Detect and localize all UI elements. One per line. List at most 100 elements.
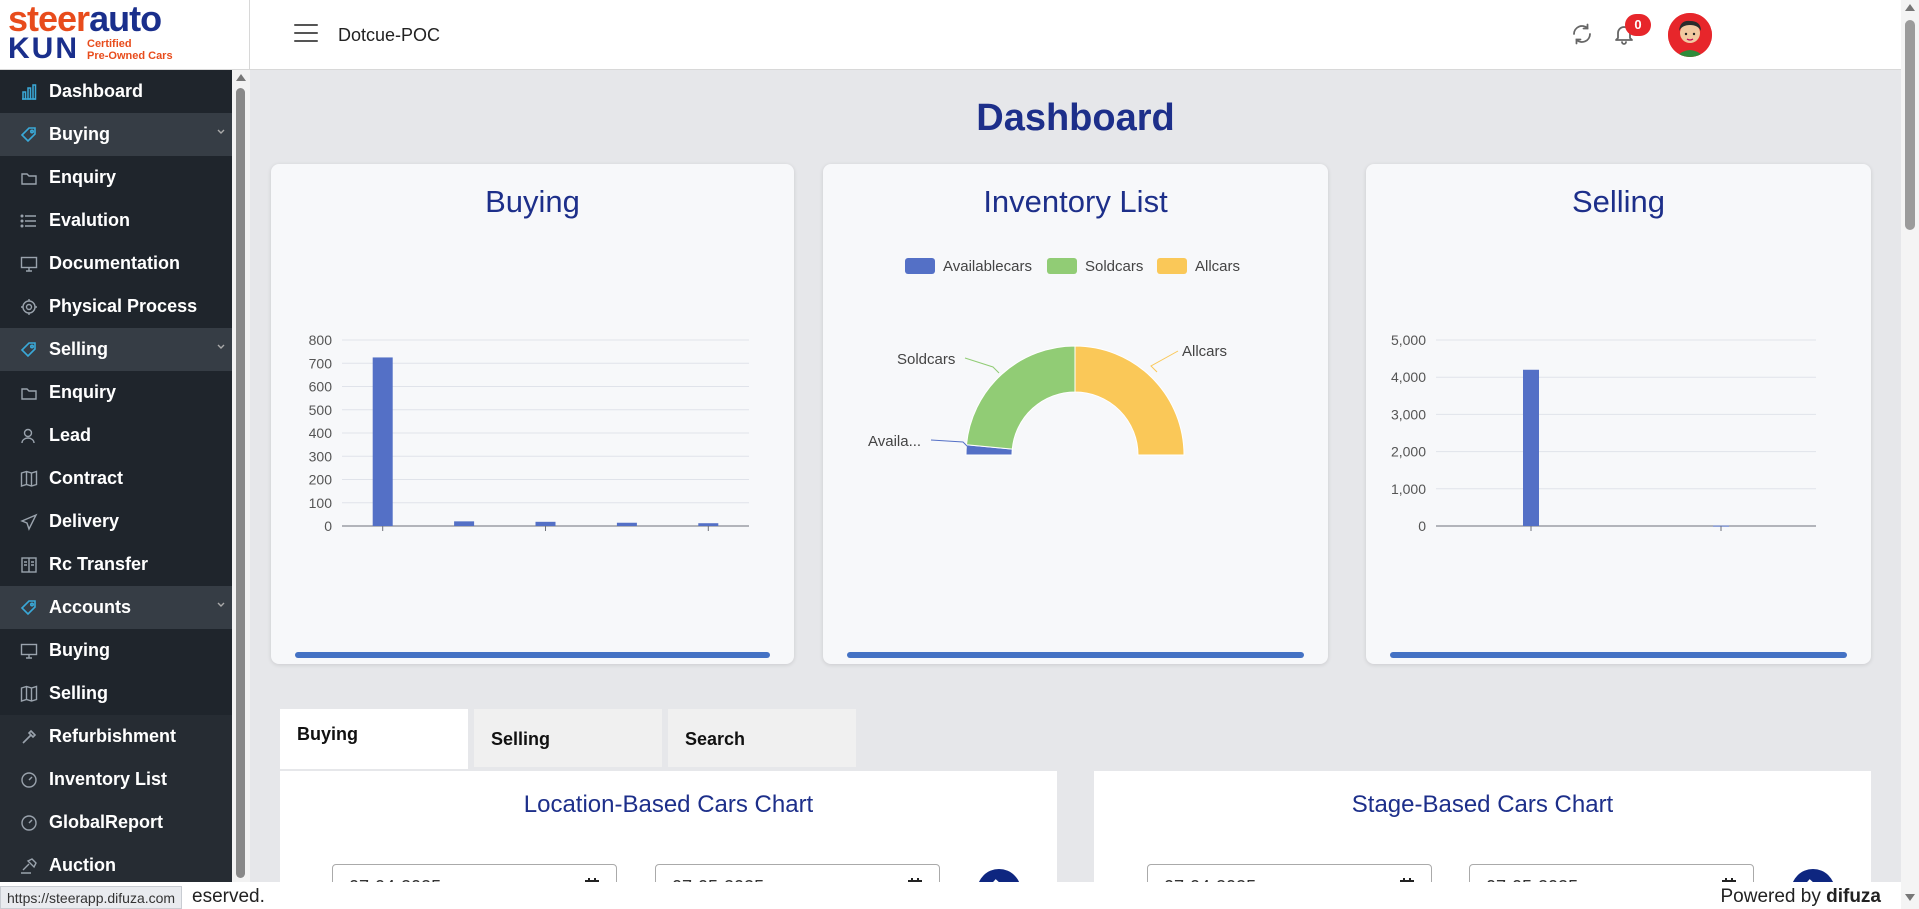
- tag-icon: [18, 598, 40, 618]
- sidebar-scrollbar[interactable]: [232, 70, 250, 882]
- bar: [454, 521, 475, 526]
- monitor-icon: [18, 254, 40, 274]
- sidebar-item-label: Buying: [49, 124, 110, 144]
- sidebar-item-delivery[interactable]: Delivery: [0, 500, 232, 543]
- report-tabs: Buying Selling Search: [280, 709, 862, 769]
- sidebar-item-physical-process[interactable]: Physical Process: [0, 285, 232, 328]
- sidebar-item-evalution[interactable]: Evalution: [0, 199, 232, 242]
- legend-label: Availablecars: [943, 258, 1032, 275]
- tab-selling[interactable]: Selling: [474, 709, 662, 767]
- folder-icon: [18, 168, 40, 188]
- monitor-icon: [18, 641, 40, 661]
- main-content: Dashboard Buying 0 100 200 300 400 500 600 700 8…: [250, 71, 1901, 882]
- inventory-card-bar: [847, 652, 1304, 658]
- y-tick-label: 0: [1418, 518, 1426, 534]
- chevron-down-icon[interactable]: [216, 127, 226, 137]
- book-icon: [18, 555, 40, 575]
- y-tick-label: 1,000: [1391, 481, 1426, 497]
- sidebar-item-documentation[interactable]: Documentation: [0, 242, 232, 285]
- sidebar-item-buying[interactable]: Buying: [0, 629, 232, 672]
- sidebar-item-label: Rc Transfer: [49, 554, 149, 574]
- location-to-date-input[interactable]: 07-05-2025: [655, 864, 940, 882]
- powered-by-brand[interactable]: difuza: [1826, 886, 1881, 907]
- sidebar-item-label: Selling: [49, 339, 109, 359]
- sidebar-scroll-thumb[interactable]: [236, 88, 245, 878]
- location-go-button[interactable]: [977, 869, 1021, 882]
- app-root: steerauto KUN Certified Pre-Owned Cars Do…: [0, 0, 1919, 909]
- logo-auto: auto: [89, 0, 162, 39]
- sidebar-item-label: Enquiry: [49, 382, 117, 402]
- sidebar-item-lead[interactable]: Lead: [0, 414, 232, 457]
- logo-tagline-1: Certified: [87, 38, 132, 50]
- bar: [698, 523, 719, 526]
- legend-swatch: [1047, 258, 1077, 274]
- selling-card-bar: [1390, 652, 1847, 658]
- sidebar-item-accounts[interactable]: Accounts: [0, 586, 232, 629]
- y-tick-label: 2,000: [1391, 444, 1426, 460]
- sidebar-item-label: Lead: [49, 425, 92, 445]
- y-tick-label: 0: [324, 518, 332, 534]
- stage-panel-title: Stage-Based Cars Chart: [1351, 791, 1614, 818]
- tag-icon: [18, 125, 40, 145]
- bar: [535, 521, 556, 526]
- sidebar-item-label: Physical Process: [49, 296, 198, 316]
- top-bar: Dotcue-POC 0: [250, 0, 1901, 70]
- scroll-up-icon[interactable]: [1905, 4, 1915, 11]
- sidebar-item-enquiry[interactable]: Enquiry: [0, 156, 232, 199]
- tag-icon: [18, 340, 40, 360]
- stage-from-date-input[interactable]: 07-04-2025: [1147, 864, 1432, 882]
- location-panel-title: Location-Based Cars Chart: [523, 791, 814, 818]
- sidebar-item-auction[interactable]: Auction: [0, 844, 232, 882]
- sidebar-item-inventory-list[interactable]: Inventory List: [0, 758, 232, 801]
- page-scrollbar[interactable]: [1901, 0, 1919, 909]
- footer-powered-by: Powered by difuza: [1720, 886, 1881, 908]
- user-avatar[interactable]: [1668, 13, 1712, 57]
- sidebar-nav: Dashboard Buying Enquiry Evalution Documenta…: [0, 70, 232, 882]
- sidebar-item-enquiry[interactable]: Enquiry: [0, 371, 232, 414]
- sidebar-item-rc-transfer[interactable]: Rc Transfer: [0, 543, 232, 586]
- sidebar-item-dashboard[interactable]: Dashboard: [0, 70, 232, 113]
- sidebar-item-label: Auction: [49, 855, 116, 875]
- avatar-face-icon: [1668, 13, 1712, 57]
- buying-card-bar: [295, 652, 770, 658]
- tab-buying[interactable]: Buying: [280, 709, 468, 769]
- page-scroll-thumb[interactable]: [1905, 20, 1915, 230]
- inventory-chart-card: Inventory List Availablecars Soldcars Allc…: [823, 164, 1328, 664]
- pie-slice-label: Availa...: [868, 433, 921, 450]
- stage-to-date-input[interactable]: 07-05-2025: [1469, 864, 1754, 882]
- sidebar-item-contract[interactable]: Contract: [0, 457, 232, 500]
- sidebar-item-label: Buying: [49, 640, 110, 660]
- y-tick-label: 100: [309, 495, 333, 511]
- sidebar-item-globalreport[interactable]: GlobalReport: [0, 801, 232, 844]
- y-tick-label: 500: [309, 402, 333, 418]
- legend-label: Allcars: [1195, 258, 1240, 275]
- tab-search[interactable]: Search: [668, 709, 856, 767]
- sidebar-item-label: GlobalReport: [49, 812, 164, 832]
- sidebar-item-label: Documentation: [49, 253, 181, 273]
- selling-bar-chart: 0 1,000 2,000 3,000 4,000 5,000: [1391, 332, 1816, 534]
- footer-copyright: eserved.: [192, 886, 265, 907]
- list-icon: [18, 211, 40, 231]
- y-tick-label: 800: [309, 332, 333, 348]
- logo-tagline: Certified Pre-Owned Cars: [87, 38, 173, 63]
- chevron-down-icon[interactable]: [216, 600, 226, 610]
- sidebar-item-selling[interactable]: Selling: [0, 328, 232, 371]
- brand-logo[interactable]: steerauto KUN Certified Pre-Owned Cars: [0, 0, 250, 70]
- sidebar-item-refurbishment[interactable]: Refurbishment: [0, 715, 232, 758]
- notification-badge[interactable]: 0: [1625, 14, 1651, 36]
- pie-slice: [1074, 345, 1185, 456]
- user-icon: [18, 426, 40, 446]
- sidebar-item-label: Accounts: [49, 597, 132, 617]
- pie-label-leader: [964, 357, 1000, 374]
- stage-go-button[interactable]: [1791, 869, 1835, 882]
- hamburger-menu-icon[interactable]: [294, 24, 318, 44]
- scroll-down-icon[interactable]: [1905, 894, 1915, 901]
- chevron-down-icon[interactable]: [216, 342, 226, 352]
- pie-slice-label: Allcars: [1182, 343, 1227, 360]
- refresh-icon[interactable]: [1570, 22, 1594, 46]
- y-tick-label: 3,000: [1391, 406, 1426, 422]
- location-from-date-input[interactable]: 07-04-2025: [332, 864, 617, 882]
- scroll-up-icon[interactable]: [236, 74, 246, 81]
- sidebar-item-buying[interactable]: Buying: [0, 113, 232, 156]
- sidebar-item-selling[interactable]: Selling: [0, 672, 232, 715]
